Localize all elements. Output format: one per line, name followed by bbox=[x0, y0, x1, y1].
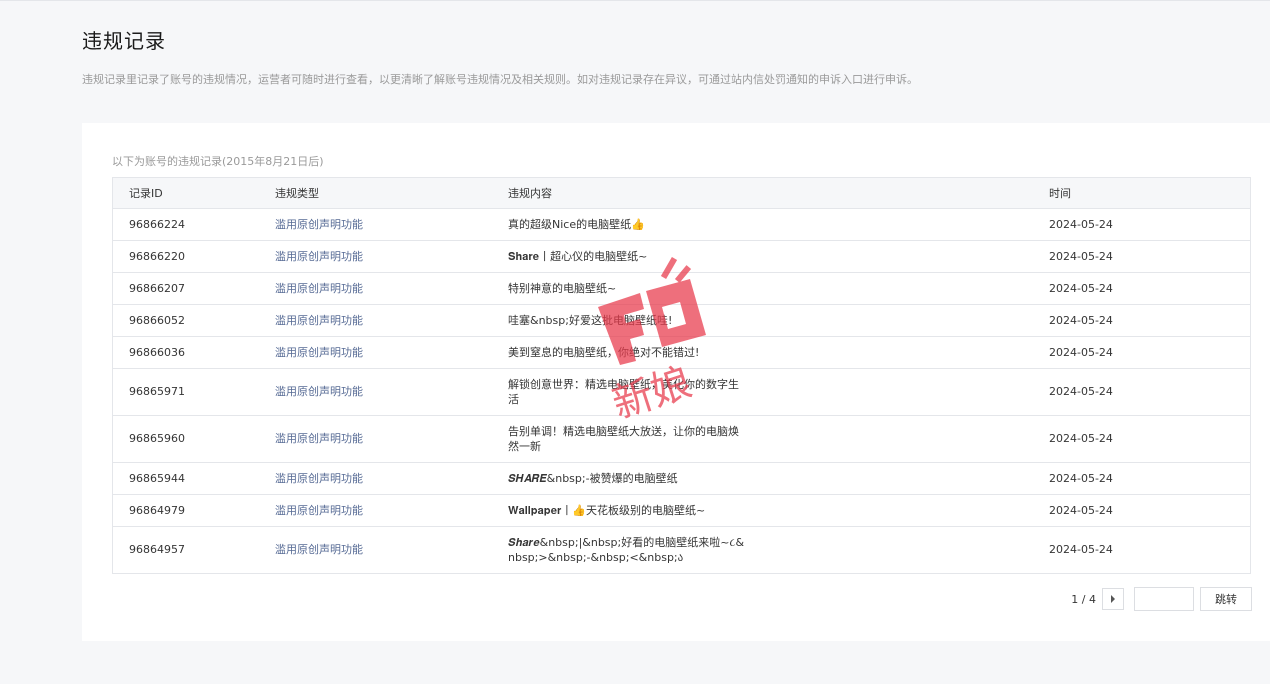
record-time: 2024-05-24 bbox=[1049, 415, 1250, 463]
violation-content: 𝐖𝐚𝐥𝐥𝐩𝐚𝐩𝐞𝐫丨👍天花板级别的电脑壁纸~ bbox=[508, 494, 1049, 527]
table-row: 96865944 滥用原创声明功能 𝑺𝑯𝑨𝑹𝑬&nbsp;-被赞爆的电脑壁纸 2024… bbox=[113, 462, 1250, 495]
violation-content: 𝑺𝒉𝒂𝒓𝒆&nbsp;|&nbsp;好看的电脑壁纸来啦~૮&nbsp;>&nbs… bbox=[508, 526, 1049, 573]
page-indicator: 1 / 4 bbox=[1071, 592, 1096, 606]
table-row: 96865971 滥用原创声明功能 解锁创意世界：精选电脑壁纸，美化你的数字生活 20… bbox=[113, 368, 1250, 416]
table-row: 96866207 滥用原创声明功能 特别神意的电脑壁纸~ 2024-05-24 bbox=[113, 272, 1250, 305]
violation-content: 𝑺𝑯𝑨𝑹𝑬&nbsp;-被赞爆的电脑壁纸 bbox=[508, 462, 1049, 495]
record-time: 2024-05-24 bbox=[1049, 543, 1113, 556]
record-time: 2024-05-24 bbox=[1049, 304, 1250, 337]
records-card: 以下为账号的违规记录(2015年8月21日后) 记录ID 违规类型 违规内容 时… bbox=[82, 123, 1270, 641]
violation-content: 𝐒𝐡𝐚𝐫𝐞丨超心仪的电脑壁纸~ bbox=[508, 240, 1049, 273]
column-header-content: 违规内容 bbox=[508, 178, 1049, 209]
table-row: 96866036 滥用原创声明功能 美到窒息的电脑壁纸，你绝对不能错过! 2024-0… bbox=[113, 336, 1250, 369]
violation-type-link[interactable]: 滥用原创声明功能 bbox=[275, 304, 508, 337]
violation-type-link[interactable]: 滥用原创声明功能 bbox=[275, 208, 508, 241]
page-jump-input[interactable] bbox=[1134, 587, 1194, 611]
record-id: 96866224 bbox=[113, 208, 275, 241]
violation-content-text: 特别神意的电脑壁纸~ bbox=[508, 281, 617, 295]
record-time: 2024-05-24 bbox=[1049, 462, 1250, 495]
record-id: 96865960 bbox=[113, 415, 275, 463]
violation-type-link[interactable]: 滥用原创声明功能 bbox=[275, 415, 508, 463]
record-id: 96866207 bbox=[113, 272, 275, 305]
pagination: 1 / 4 跳转 bbox=[1071, 587, 1252, 611]
column-header-type: 违规类型 bbox=[275, 178, 508, 209]
records-table-body: 96866224 滥用原创声明功能 真的超级Nice的电脑壁纸👍 2024-05-24… bbox=[113, 208, 1250, 573]
violation-content-text: 解锁创意世界：精选电脑壁纸，美化你的数字生活 bbox=[508, 377, 739, 406]
violation-content-text: 告别单调！精选电脑壁纸大放送，让你的电脑焕然一新 bbox=[508, 424, 739, 453]
table-row: 96866220 滥用原创声明功能 𝐒𝐡𝐚𝐫𝐞丨超心仪的电脑壁纸~ 2024-05-2… bbox=[113, 240, 1250, 273]
table-row: 96864957 滥用原创声明功能 𝑺𝒉𝒂𝒓𝒆&nbsp;|&nbsp;好看的电脑壁… bbox=[113, 526, 1250, 573]
column-header-time: 时间 bbox=[1049, 178, 1250, 209]
violation-type-link[interactable]: 滥用原创声明功能 bbox=[275, 526, 508, 573]
record-id: 96864979 bbox=[113, 494, 275, 527]
violation-content: 真的超级Nice的电脑壁纸👍 bbox=[508, 208, 1049, 241]
page-jump-button[interactable]: 跳转 bbox=[1200, 587, 1252, 611]
table-row: 96864979 滥用原创声明功能 𝐖𝐚𝐥𝐥𝐩𝐚𝐩𝐞𝐫丨👍天花板级别的电脑壁纸~ 20… bbox=[113, 494, 1250, 527]
violation-content-text: 哇塞&nbsp;好爱这批电脑壁纸哇! bbox=[508, 313, 673, 327]
column-header-id: 记录ID bbox=[113, 178, 275, 209]
table-row: 96866052 滥用原创声明功能 哇塞&nbsp;好爱这批电脑壁纸哇! 2024-0… bbox=[113, 304, 1250, 337]
violation-content: 哇塞&nbsp;好爱这批电脑壁纸哇! bbox=[508, 304, 1049, 337]
page-title: 违规记录 bbox=[82, 29, 166, 53]
violation-content-text: 𝑺𝒉𝒂𝒓𝒆&nbsp;|&nbsp;好看的电脑壁纸来啦~૮&nbsp;>&nbs… bbox=[508, 535, 745, 564]
records-table-wrapper: 记录ID 违规类型 违规内容 时间 96866224 滥用原创声明功能 真的超级Ni… bbox=[112, 177, 1251, 574]
violation-content-text: 𝑺𝑯𝑨𝑹𝑬&nbsp;-被赞爆的电脑壁纸 bbox=[508, 471, 678, 485]
record-time: 2024-05-24 bbox=[1049, 368, 1250, 416]
record-id: 96866036 bbox=[113, 336, 275, 369]
record-time: 2024-05-24 bbox=[1049, 272, 1250, 305]
record-id: 96865944 bbox=[113, 462, 275, 495]
violation-content-text: 真的超级Nice的电脑壁纸👍 bbox=[508, 217, 645, 231]
violation-content: 告别单调！精选电脑壁纸大放送，让你的电脑焕然一新 bbox=[508, 415, 1049, 463]
page-description: 违规记录里记录了账号的违规情况，运营者可随时进行查看，以更清晰了解账号违规情况及… bbox=[82, 73, 918, 86]
violation-type-link[interactable]: 滥用原创声明功能 bbox=[275, 336, 508, 369]
record-id: 96865971 bbox=[113, 368, 275, 416]
records-table: 记录ID 违规类型 违规内容 时间 96866224 滥用原创声明功能 真的超级Ni… bbox=[113, 178, 1250, 573]
table-header-row: 记录ID 违规类型 违规内容 时间 bbox=[113, 178, 1250, 209]
table-row: 96866224 滥用原创声明功能 真的超级Nice的电脑壁纸👍 2024-05-24 bbox=[113, 208, 1250, 241]
next-page-button[interactable] bbox=[1102, 588, 1124, 610]
page-root: 违规记录 违规记录里记录了账号的违规情况，运营者可随时进行查看，以更清晰了解账号… bbox=[0, 0, 1270, 684]
record-id: 96864957 bbox=[129, 543, 185, 556]
violation-type-link[interactable]: 滥用原创声明功能 bbox=[275, 240, 508, 273]
violation-content-text: 美到窒息的电脑壁纸，你绝对不能错过! bbox=[508, 345, 700, 359]
table-row: 96865960 滥用原创声明功能 告别单调！精选电脑壁纸大放送，让你的电脑焕然一新… bbox=[113, 415, 1250, 463]
record-time: 2024-05-24 bbox=[1049, 494, 1250, 527]
record-time: 2024-05-24 bbox=[1049, 336, 1250, 369]
violation-content: 特别神意的电脑壁纸~ bbox=[508, 272, 1049, 305]
record-id: 96866052 bbox=[113, 304, 275, 337]
record-time: 2024-05-24 bbox=[1049, 240, 1250, 273]
violation-content: 解锁创意世界：精选电脑壁纸，美化你的数字生活 bbox=[508, 368, 1049, 416]
violation-type-link[interactable]: 滥用原创声明功能 bbox=[275, 494, 508, 527]
violation-type-link[interactable]: 滥用原创声明功能 bbox=[275, 462, 508, 495]
violation-type-link[interactable]: 滥用原创声明功能 bbox=[275, 368, 508, 416]
record-id: 96866220 bbox=[113, 240, 275, 273]
table-caption: 以下为账号的违规记录(2015年8月21日后) bbox=[112, 155, 324, 168]
violation-type-link[interactable]: 滥用原创声明功能 bbox=[275, 272, 508, 305]
chevron-right-icon bbox=[1111, 595, 1115, 603]
violation-content-text: 𝐖𝐚𝐥𝐥𝐩𝐚𝐩𝐞𝐫丨👍天花板级别的电脑壁纸~ bbox=[508, 503, 706, 517]
record-time: 2024-05-24 bbox=[1049, 208, 1250, 241]
violation-content: 美到窒息的电脑壁纸，你绝对不能错过! bbox=[508, 336, 1049, 369]
violation-content-text: 𝐒𝐡𝐚𝐫𝐞丨超心仪的电脑壁纸~ bbox=[508, 249, 648, 263]
